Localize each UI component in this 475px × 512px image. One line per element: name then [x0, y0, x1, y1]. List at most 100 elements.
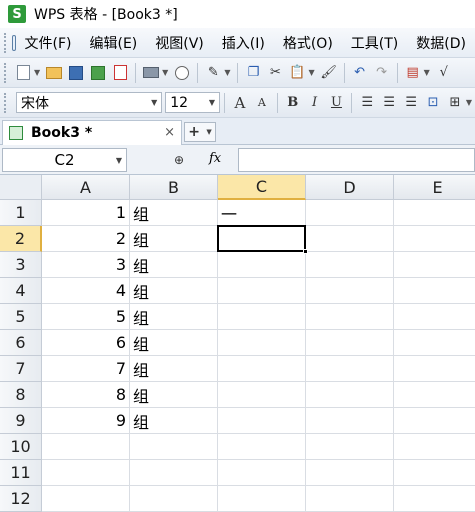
cell-a12[interactable] [42, 486, 130, 512]
cell-d6[interactable] [306, 330, 394, 356]
format-painter-button[interactable]: 🖌 [319, 63, 339, 83]
cell-e12[interactable] [394, 486, 475, 512]
font-name-select[interactable]: 宋体 ▼ [15, 92, 163, 113]
cell-e4[interactable] [394, 278, 475, 304]
menu-insert[interactable]: 插入(I) [213, 33, 274, 53]
undo-button[interactable]: ↶ [350, 63, 370, 83]
row-header-9[interactable]: 9 [0, 408, 42, 434]
italic-button[interactable]: I [305, 93, 325, 113]
cell-c3[interactable] [218, 252, 306, 278]
menu-view[interactable]: 视图(V) [146, 33, 213, 53]
row-header-4[interactable]: 4 [0, 278, 42, 304]
export-pdf-button[interactable] [110, 63, 130, 83]
cell-d10[interactable] [306, 434, 394, 460]
search-function-icon[interactable]: ⊕ [174, 153, 184, 167]
align-center-button[interactable]: ☰ [379, 93, 399, 113]
cell-a6[interactable]: 6 [42, 330, 130, 356]
bold-button[interactable]: B [283, 93, 303, 113]
cell-b4[interactable]: 组 [130, 278, 218, 304]
close-icon[interactable]: × [164, 125, 175, 140]
cell-b10[interactable] [130, 434, 218, 460]
cell-c10[interactable] [218, 434, 306, 460]
cell-d1[interactable] [306, 200, 394, 226]
cell-c6[interactable] [218, 330, 306, 356]
cell-e6[interactable] [394, 330, 475, 356]
cell-b5[interactable]: 组 [130, 304, 218, 330]
cell-c7[interactable] [218, 356, 306, 382]
align-left-button[interactable]: ☰ [357, 93, 377, 113]
cell-d3[interactable] [306, 252, 394, 278]
cell-c9[interactable] [218, 408, 306, 434]
name-box[interactable]: C2 ▼ [2, 148, 127, 172]
cell-e11[interactable] [394, 460, 475, 486]
align-right-button[interactable]: ☰ [401, 93, 421, 113]
cell-b8[interactable]: 组 [130, 382, 218, 408]
cell-a7[interactable]: 7 [42, 356, 130, 382]
cell-b3[interactable]: 组 [130, 252, 218, 278]
row-header-11[interactable]: 11 [0, 460, 42, 486]
grow-font-button[interactable]: A [230, 93, 250, 113]
cell-b1[interactable]: 组 [130, 200, 218, 226]
cell-c2[interactable] [217, 225, 306, 252]
redo-button[interactable]: ↷ [372, 63, 392, 83]
spell-dropdown-icon[interactable]: ▼ [224, 68, 230, 77]
paste-dropdown-icon[interactable]: ▼ [308, 68, 314, 77]
column-header-d[interactable]: D [306, 175, 394, 200]
cell-b6[interactable]: 组 [130, 330, 218, 356]
menu-file[interactable]: 文件(F) [16, 33, 81, 53]
cell-d9[interactable] [306, 408, 394, 434]
cell-a1[interactable]: 1 [42, 200, 130, 226]
cell-c1[interactable]: 一 [218, 200, 306, 226]
toolbar-grip[interactable] [4, 62, 8, 83]
row-header-1[interactable]: 1 [0, 200, 42, 226]
row-header-12[interactable]: 12 [0, 486, 42, 512]
copy-button[interactable]: ❐ [243, 63, 263, 83]
cell-a3[interactable]: 3 [42, 252, 130, 278]
merge-center-button[interactable]: ⊡ [423, 93, 443, 113]
new-tab-button[interactable]: + ▼ [184, 122, 216, 142]
cell-a10[interactable] [42, 434, 130, 460]
underline-button[interactable]: U [327, 93, 347, 113]
cell-a11[interactable] [42, 460, 130, 486]
open-button[interactable] [44, 63, 64, 83]
menu-format[interactable]: 格式(O) [274, 33, 342, 53]
cell-a8[interactable]: 8 [42, 382, 130, 408]
borders-button[interactable]: ⊞ [445, 93, 465, 113]
row-col-dropdown-icon[interactable]: ▼ [424, 68, 430, 77]
insert-function-button[interactable]: fx [209, 151, 221, 166]
cell-c8[interactable] [218, 382, 306, 408]
cell-d11[interactable] [306, 460, 394, 486]
tab-book3[interactable]: Book3 * × [2, 120, 182, 145]
column-header-e[interactable]: E [394, 175, 475, 200]
save-as-button[interactable] [88, 63, 108, 83]
print-dropdown-icon[interactable]: ▼ [162, 68, 168, 77]
menu-edit[interactable]: 编辑(E) [80, 33, 146, 53]
row-header-6[interactable]: 6 [0, 330, 42, 356]
menu-data[interactable]: 数据(D) [407, 33, 475, 53]
formula-input[interactable] [238, 148, 475, 172]
new-document-button[interactable] [13, 63, 33, 83]
cell-a5[interactable]: 5 [42, 304, 130, 330]
row-header-8[interactable]: 8 [0, 382, 42, 408]
cell-b2[interactable]: 组 [130, 226, 218, 252]
row-header-3[interactable]: 3 [0, 252, 42, 278]
print-preview-button[interactable] [172, 63, 192, 83]
shrink-font-button[interactable]: A [252, 93, 272, 113]
cell-d4[interactable] [306, 278, 394, 304]
fill-handle[interactable] [303, 249, 308, 254]
toolbar-grip[interactable] [4, 92, 8, 113]
font-size-select[interactable]: 12 ▼ [165, 92, 220, 113]
cell-e8[interactable] [394, 382, 475, 408]
cell-e5[interactable] [394, 304, 475, 330]
row-header-7[interactable]: 7 [0, 356, 42, 382]
cell-b9[interactable]: 组 [130, 408, 218, 434]
cell-d7[interactable] [306, 356, 394, 382]
save-button[interactable] [66, 63, 86, 83]
row-col-button[interactable]: ▤ [403, 63, 423, 83]
cell-b12[interactable] [130, 486, 218, 512]
cell-e10[interactable] [394, 434, 475, 460]
spell-check-button[interactable]: ✎ [203, 63, 223, 83]
cell-b7[interactable]: 组 [130, 356, 218, 382]
select-all-corner[interactable] [0, 175, 42, 200]
cell-e1[interactable] [394, 200, 475, 226]
